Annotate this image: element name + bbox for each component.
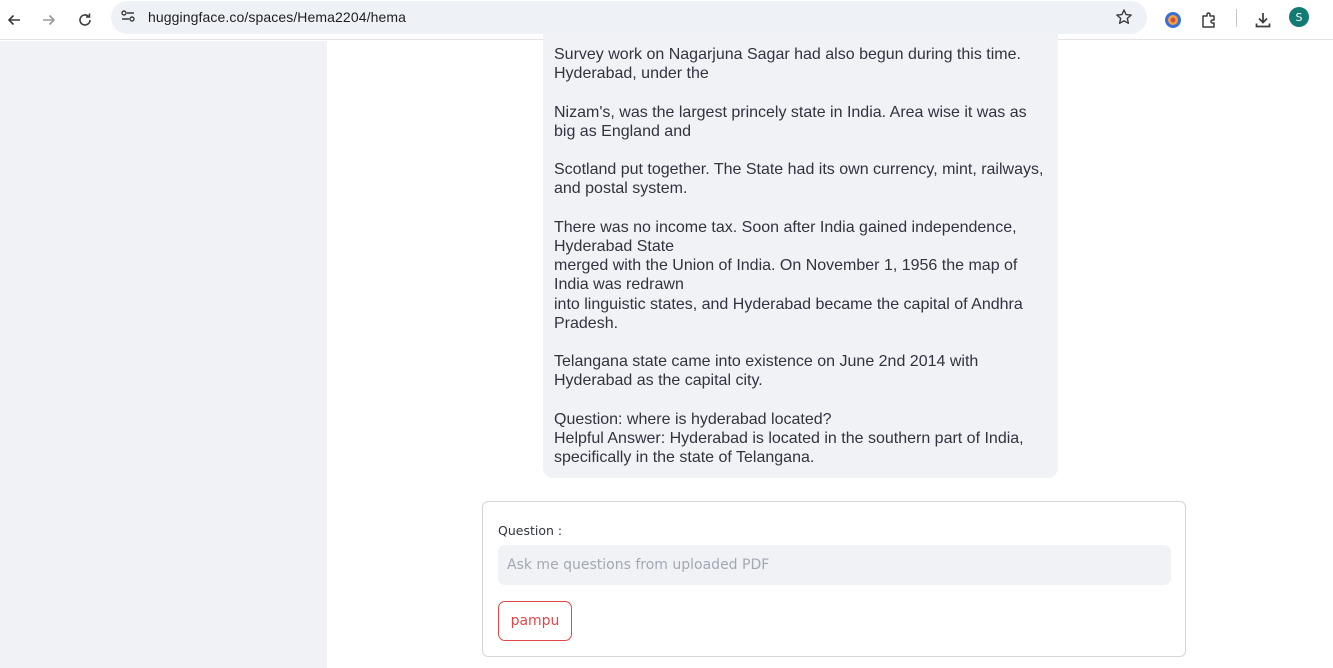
- question-input[interactable]: [498, 545, 1171, 585]
- extensions-puzzle-icon[interactable]: [1197, 8, 1221, 32]
- assistant-response-text: Survey work on Nagarjuna Sagar had also …: [554, 46, 1044, 467]
- bookmark-star-icon[interactable]: [1113, 6, 1135, 33]
- forward-icon[interactable]: [37, 8, 61, 32]
- url-text[interactable]: huggingface.co/spaces/Hema2204/hema: [148, 9, 406, 25]
- download-icon[interactable]: [1251, 8, 1275, 32]
- question-form: Question : pampu: [482, 501, 1186, 657]
- submit-button[interactable]: pampu: [498, 601, 572, 641]
- app-sidebar: [0, 41, 327, 668]
- reload-icon[interactable]: [73, 8, 97, 32]
- question-label: Question :: [498, 523, 563, 538]
- profile-avatar[interactable]: S: [1289, 7, 1309, 27]
- address-bar[interactable]: huggingface.co/spaces/Hema2204/hema: [111, 1, 1147, 34]
- toolbar-separator: [1236, 9, 1237, 27]
- back-icon[interactable]: [2, 8, 26, 32]
- app-main: Survey work on Nagarjuna Sagar had also …: [327, 31, 1333, 668]
- site-info-icon[interactable]: [118, 6, 138, 31]
- assistant-message-bubble: Survey work on Nagarjuna Sagar had also …: [543, 31, 1058, 478]
- extension-colorful-icon[interactable]: [1161, 8, 1185, 32]
